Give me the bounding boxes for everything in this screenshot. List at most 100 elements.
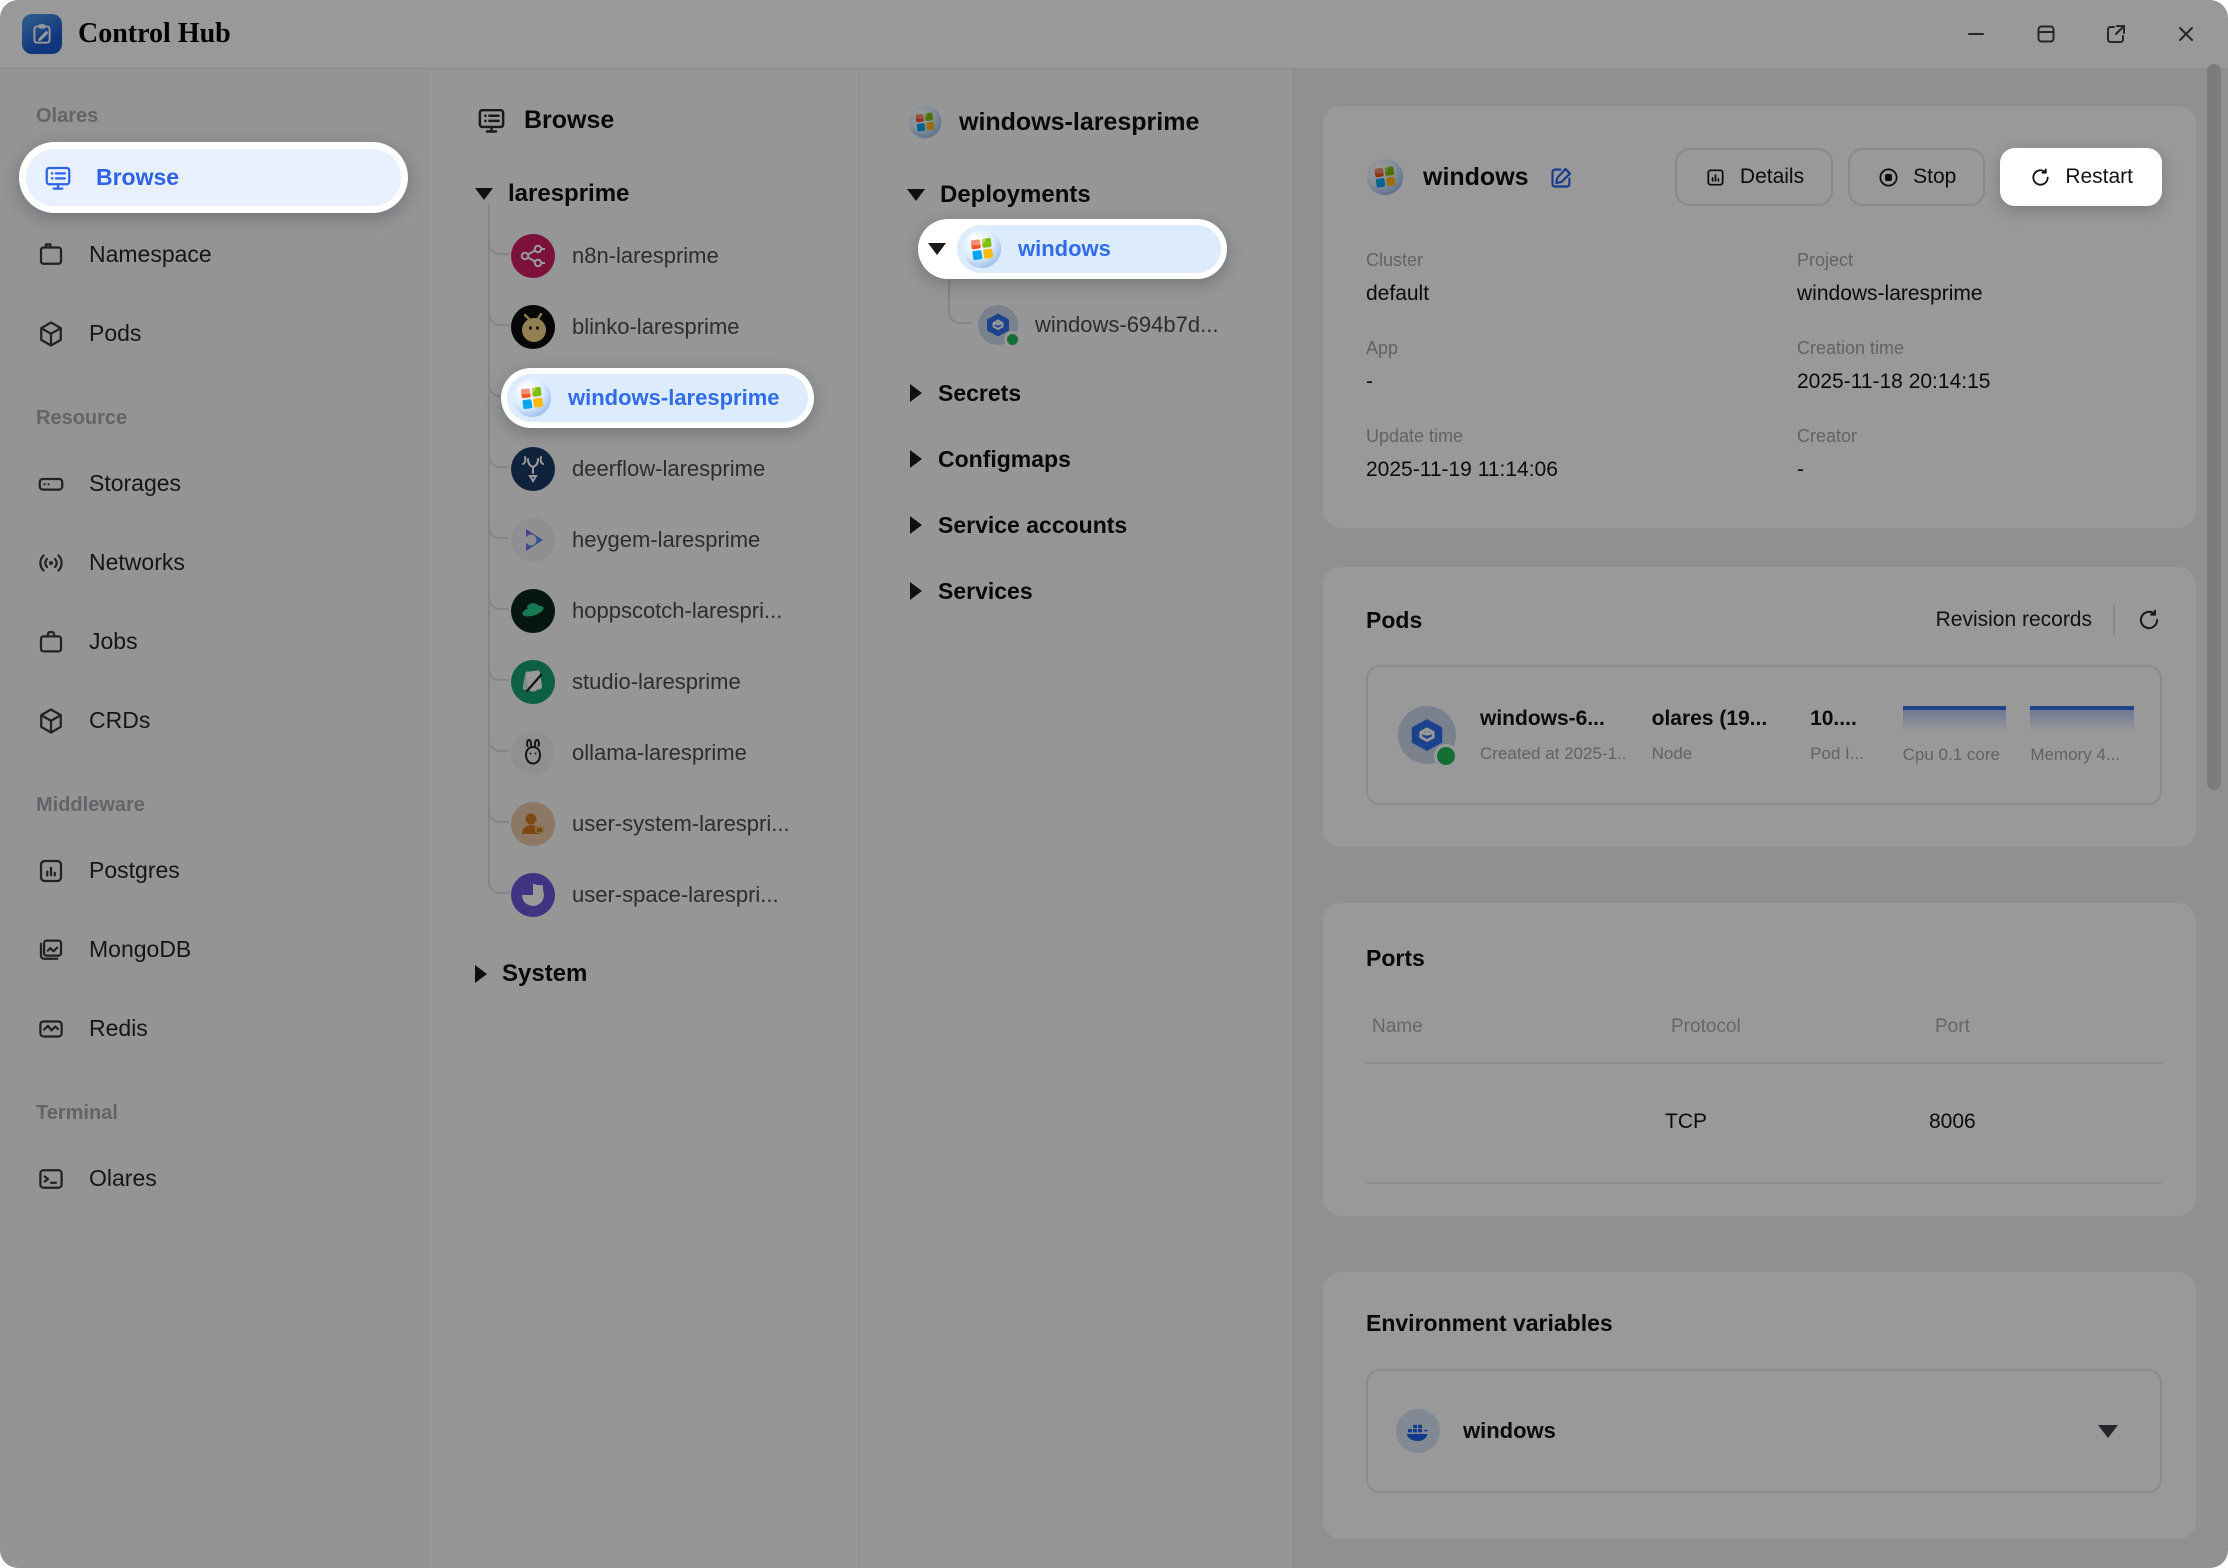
pods-icon: [36, 319, 66, 349]
info-label: Creation time: [1797, 338, 2162, 359]
deployment-name: windows: [1423, 163, 1529, 192]
sidebar-item-label: Postgres: [89, 857, 180, 884]
port-name: [1366, 1110, 1665, 1134]
ports-table: Name Protocol Port TCP 8006: [1366, 1016, 2162, 1184]
user-space-app-icon: [511, 873, 555, 917]
sidebar-item-storages[interactable]: Storages: [19, 444, 408, 523]
tree-node-secrets[interactable]: Secrets: [860, 360, 1293, 426]
sidebar-item-jobs[interactable]: Jobs: [19, 602, 408, 681]
sidebar-item-namespace[interactable]: Namespace: [19, 215, 408, 294]
deployment-row: windows: [860, 209, 1293, 289]
info-value: windows-laresprime: [1797, 282, 2162, 306]
maximize-button[interactable]: [2034, 22, 2058, 46]
info-value: 2025-11-19 11:14:06: [1366, 458, 1797, 482]
tree-node-configmaps[interactable]: Configmaps: [860, 426, 1293, 492]
tree-node-services[interactable]: Services: [860, 558, 1293, 624]
pod-icon: [1398, 706, 1456, 764]
pod-node-label: Node: [1652, 744, 1786, 764]
networks-icon: [36, 548, 66, 578]
sidebar-section-terminal: Terminal: [19, 1102, 408, 1125]
browse-icon: [43, 163, 73, 193]
chevron-right-icon: [910, 384, 922, 402]
env-vars-title: Environment variables: [1366, 1310, 2162, 1337]
revision-records-link[interactable]: Revision records: [1936, 608, 2092, 632]
spotlight-browse: Browse: [19, 142, 408, 213]
project-panel-header: windows-laresprime: [860, 69, 1293, 139]
info-value: 2025-11-18 20:14:15: [1797, 370, 2162, 394]
sidebar-item-label: Olares: [89, 1165, 157, 1192]
n8n-app-icon: [511, 234, 555, 278]
env-container-row[interactable]: windows: [1366, 1369, 2162, 1493]
sidebar-item-redis[interactable]: Redis: [19, 989, 408, 1068]
chevron-down-icon: [907, 189, 925, 201]
restart-button[interactable]: Restart: [2000, 148, 2162, 206]
pod-icon: [978, 305, 1018, 345]
chevron-down-icon[interactable]: [2098, 1425, 2118, 1438]
ports-table-row: TCP 8006: [1366, 1064, 2162, 1184]
close-button[interactable]: [2174, 22, 2198, 46]
deployment-info-grid: Clusterdefault Projectwindows-laresprime…: [1366, 250, 2162, 482]
jobs-icon: [36, 627, 66, 657]
pod-row-card[interactable]: windows-6... Created at 2025-1... olares…: [1366, 665, 2162, 805]
spotlight-windows-deployment: windows: [918, 219, 1227, 279]
detail-panel: windows Details Stop: [1293, 69, 2228, 1568]
tree-node-system[interactable]: System: [428, 960, 859, 988]
refresh-icon[interactable]: [2136, 607, 2162, 633]
crds-icon: [36, 706, 66, 736]
open-external-button[interactable]: [2104, 22, 2128, 46]
heygem-app-icon: [511, 518, 555, 562]
titlebar: Control Hub: [0, 0, 2228, 69]
storages-icon: [36, 469, 66, 499]
stop-button[interactable]: Stop: [1848, 148, 1985, 206]
windows-app-icon: [908, 105, 942, 139]
sidebar-item-label: MongoDB: [89, 936, 191, 963]
sidebar-item-postgres[interactable]: Postgres: [19, 831, 408, 910]
deployment-summary-card: windows Details Stop: [1323, 106, 2196, 528]
chevron-down-icon: [928, 243, 946, 255]
port-number: 8006: [1929, 1110, 2162, 1134]
sidebar-item-browse[interactable]: Browse: [26, 149, 401, 206]
sidebar: Olares Browse Namespace Pods Resource St…: [0, 69, 427, 1568]
sidebar-item-pods[interactable]: Pods: [19, 294, 408, 373]
stop-icon: [1877, 166, 1900, 189]
pods-title: Pods: [1366, 607, 1422, 634]
tree-item-windows-deployment-selected[interactable]: windows: [957, 225, 1221, 273]
tree-item-windows-laresprime-selected[interactable]: windows-laresprime: [507, 374, 808, 422]
memory-label: Memory 4...: [2030, 745, 2134, 765]
app-logo-icon: [22, 14, 62, 54]
tree-item-pod[interactable]: windows-694b7d...: [860, 289, 1293, 360]
ports-card: Ports Name Protocol Port TCP 8006: [1323, 903, 2196, 1216]
memory-usage-sparkline: [2030, 706, 2134, 732]
mongodb-icon: [36, 935, 66, 965]
sidebar-item-mongodb[interactable]: MongoDB: [19, 910, 408, 989]
info-label: App: [1366, 338, 1797, 359]
sidebar-item-label: Redis: [89, 1015, 148, 1042]
sidebar-item-terminal-olares[interactable]: Olares: [19, 1139, 408, 1218]
edit-icon[interactable]: [1548, 164, 1575, 191]
tree-node-deployments[interactable]: Deployments: [860, 181, 1293, 209]
pod-ip-label: Pod I...: [1810, 744, 1879, 764]
sidebar-item-label: Namespace: [89, 241, 212, 268]
sidebar-item-label: Networks: [89, 549, 185, 576]
chevron-right-icon: [910, 450, 922, 468]
docker-icon: [1396, 1409, 1440, 1453]
divider: [2113, 605, 2115, 635]
tree-node-service-accounts[interactable]: Service accounts: [860, 492, 1293, 558]
sidebar-item-label: Pods: [89, 320, 141, 347]
deerflow-app-icon: [511, 447, 555, 491]
details-button[interactable]: Details: [1675, 148, 1833, 206]
sidebar-item-label: Jobs: [89, 628, 138, 655]
pod-name: windows-6...: [1480, 707, 1628, 731]
sidebar-item-networks[interactable]: Networks: [19, 523, 408, 602]
sidebar-item-label: Browse: [96, 164, 179, 191]
scrollbar-thumb[interactable]: [2207, 64, 2221, 790]
ports-col-name: Name: [1372, 1016, 1671, 1038]
blinko-app-icon: [511, 305, 555, 349]
minimize-button[interactable]: [1964, 22, 1988, 46]
cpu-usage-sparkline: [1903, 706, 2007, 732]
tree-item-user-space[interactable]: user-space-larespri...: [428, 859, 859, 930]
namespace-icon: [36, 240, 66, 270]
info-label: Cluster: [1366, 250, 1797, 271]
windows-app-icon: [962, 229, 1002, 269]
sidebar-item-crds[interactable]: CRDs: [19, 681, 408, 760]
